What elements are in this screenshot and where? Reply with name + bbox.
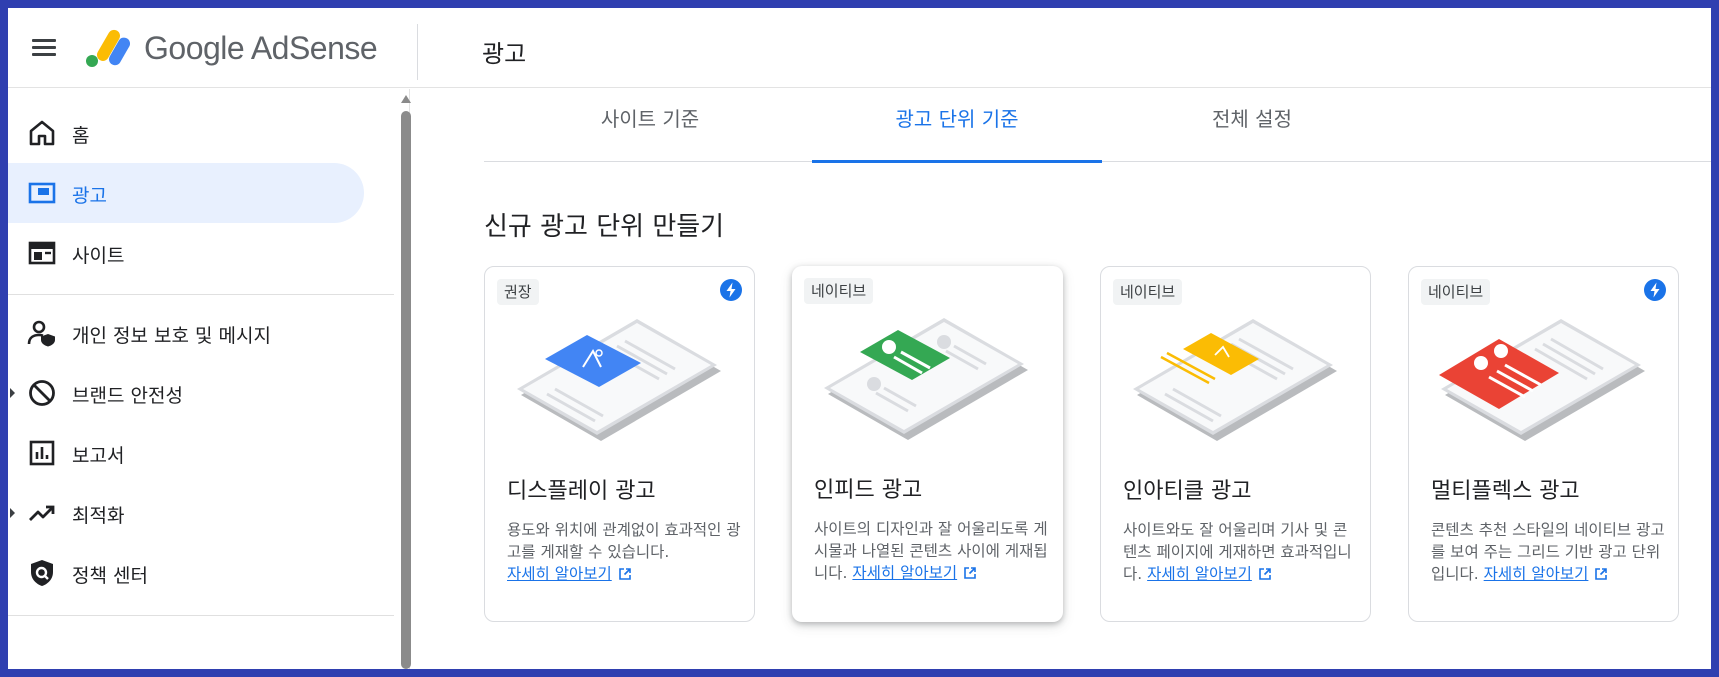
block-icon <box>29 380 55 406</box>
open-in-new-icon <box>618 568 631 580</box>
expand-caret-icon[interactable] <box>10 508 15 518</box>
card-description: 용도와 위치에 관계없이 효과적인 광고를 게재할 수 있습니다. 자세히 알아… <box>507 519 743 585</box>
learn-more-link[interactable]: 자세히 알아보기 <box>1484 565 1609 583</box>
ad-type-card-display[interactable]: 권장 디스플레이 광고 용도와 위치에 관계없이 효과적인 광고를 게재할 수 … <box>484 266 755 622</box>
sidebar-item-label: 정책 센터 <box>72 565 148 587</box>
sidebar-item-label: 최적화 <box>72 505 125 527</box>
scroll-thumb[interactable] <box>401 111 411 669</box>
bolt-icon <box>720 279 742 301</box>
sidebar-item-label: 개인 정보 보호 및 메시지 <box>72 325 271 347</box>
sidebar-item-brand-safety[interactable]: 브랜드 안전성 <box>8 363 364 423</box>
open-in-new-icon <box>1259 568 1271 580</box>
section-title: 신규 광고 단위 만들기 <box>484 212 725 242</box>
sidebar-item-privacy[interactable]: 개인 정보 보호 및 메시지 <box>8 303 364 363</box>
sites-icon <box>28 241 56 265</box>
trending-up-icon <box>29 505 55 521</box>
header-divider <box>417 24 418 80</box>
display-ad-illustration <box>517 319 721 441</box>
sidebar-item-label: 사이트 <box>72 245 125 267</box>
card-badge: 네이티브 <box>1113 279 1183 305</box>
open-in-new-icon <box>1595 568 1608 580</box>
sidebar-item-label: 홈 <box>72 125 90 147</box>
card-description: 사이트와도 잘 어울리며 기사 및 콘텐츠 페이지에 게재하면 효과적입니다. … <box>1123 519 1359 585</box>
ad-type-card-in-feed[interactable]: 네이티브 인피드 광고 사이트의 디자인과 잘 어울리도록 게시물과 나열된 콘… <box>792 266 1063 622</box>
privacy-icon <box>27 320 55 347</box>
learn-more-link[interactable]: 자세히 알아보기 <box>507 565 632 583</box>
expand-caret-icon[interactable] <box>10 388 15 398</box>
learn-more-link[interactable]: 자세히 알아보기 <box>1147 565 1272 583</box>
sidebar-item-label: 광고 <box>72 185 107 207</box>
card-title: 멀티플렉스 광고 <box>1431 479 1580 504</box>
card-description-text: 용도와 위치에 관계없이 효과적인 광고를 게재할 수 있습니다. <box>507 521 741 561</box>
ads-icon <box>28 182 56 204</box>
sidebar-item-reports[interactable]: 보고서 <box>8 423 364 483</box>
sidebar-scrollbar[interactable] <box>400 89 412 669</box>
policy-icon <box>31 560 53 586</box>
card-title: 디스플레이 광고 <box>507 479 656 504</box>
reports-icon <box>29 440 55 466</box>
page-title: 광고 <box>482 40 527 68</box>
card-badge: 네이티브 <box>1421 279 1491 305</box>
tab-by-ad-unit[interactable]: 광고 단위 기준 <box>812 89 1102 163</box>
learn-more-link[interactable]: 자세히 알아보기 <box>852 564 977 582</box>
card-badge: 권장 <box>497 279 539 305</box>
sidebar-divider <box>8 615 394 616</box>
sidebar-item-home[interactable]: 홈 <box>8 103 364 163</box>
tab-by-site[interactable]: 사이트 기준 <box>512 89 788 162</box>
ad-type-card-multiplex[interactable]: 네이티브 멀티플렉스 광고 콘텐츠 추천 스타일의 네이티브 광고를 보여 주는… <box>1408 266 1679 622</box>
home-icon <box>29 120 55 146</box>
card-badge: 네이티브 <box>804 278 874 304</box>
tab-global-settings[interactable]: 전체 설정 <box>1102 89 1402 162</box>
sidebar-divider <box>8 294 394 295</box>
app-window: Google AdSense 광고 홈 광고 사이트 개인 정보 보호 및 메시… <box>8 8 1711 669</box>
sidebar-item-label: 보고서 <box>72 445 125 467</box>
sidebar-item-ads[interactable]: 광고 <box>8 163 364 223</box>
in-article-ad-illustration <box>1133 319 1337 441</box>
in-feed-ad-illustration <box>824 318 1028 440</box>
adsense-logo-icon <box>86 29 130 67</box>
open-in-new-icon <box>964 567 976 579</box>
bolt-icon <box>1644 279 1666 301</box>
brand-name: Google AdSense <box>144 30 378 66</box>
sidebar-item-sites[interactable]: 사이트 <box>8 223 364 283</box>
top-app-bar: Google AdSense 광고 <box>8 8 1711 88</box>
card-title: 인아티클 광고 <box>1123 479 1252 504</box>
sidebar-item-policy-center[interactable]: 정책 센터 <box>8 543 364 603</box>
sidebar-item-label: 브랜드 안전성 <box>72 385 183 407</box>
card-description: 콘텐츠 추천 스타일의 네이티브 광고를 보여 주는 그리드 기반 광고 단위입… <box>1431 519 1667 585</box>
scroll-up-arrow-icon[interactable] <box>401 95 411 103</box>
multiplex-ad-illustration <box>1439 319 1645 441</box>
sidebar: 홈 광고 사이트 개인 정보 보호 및 메시지 브랜드 안전성 보고서 최적화 <box>8 89 412 669</box>
tab-bar: 사이트 기준 광고 단위 기준 전체 설정 <box>484 89 1711 163</box>
sidebar-item-optimization[interactable]: 최적화 <box>8 483 364 543</box>
card-title: 인피드 광고 <box>814 478 923 503</box>
main-menu-button[interactable] <box>28 32 60 64</box>
card-description: 사이트의 디자인과 잘 어울리도록 게시물과 나열된 콘텐츠 사이에 게재됩니다… <box>814 518 1050 584</box>
ad-type-card-in-article[interactable]: 네이티브 인아티클 광고 사이트와도 잘 어울리며 기사 및 콘텐츠 페이지에 … <box>1100 266 1371 622</box>
